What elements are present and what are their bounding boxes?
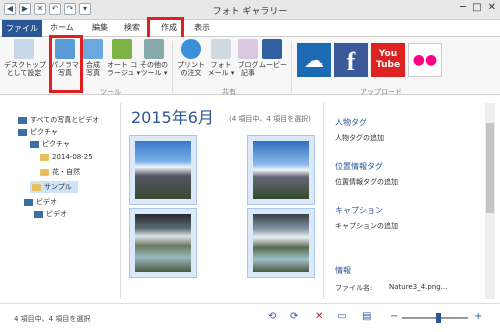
photo-thumbnail[interactable]: [247, 135, 315, 205]
photo-image: [135, 141, 191, 199]
add-people-tag-link[interactable]: 人物タグの追加: [335, 133, 384, 143]
rotate-right-icon[interactable]: ⟳: [290, 311, 298, 322]
facebook-icon[interactable]: f: [334, 43, 368, 77]
zoom-slider-thumb[interactable]: [435, 313, 441, 323]
tree-item-sample[interactable]: サンプル: [30, 181, 78, 193]
movie-button[interactable]: ムービー: [259, 39, 287, 69]
tree-item-pictures[interactable]: ピクチャ: [30, 139, 70, 149]
actual-size-icon[interactable]: ▤: [362, 311, 371, 322]
details-scrollbar[interactable]: [485, 103, 495, 299]
tab-file[interactable]: ファイル: [2, 20, 42, 37]
title-bar: ◀ ▶ ✕ ↶ ↷ ▾ フォト ギャラリー ─ □ ✕: [0, 0, 500, 20]
group-upload-label: アップロード: [360, 88, 402, 96]
geotag-heading: 位置情報タグ: [335, 162, 383, 171]
print-order-button[interactable]: プリント の注文: [176, 39, 206, 77]
info-heading: 情報: [335, 266, 351, 275]
zoom-in-icon[interactable]: +: [474, 311, 482, 322]
filename-label: ファイル名:: [335, 284, 373, 292]
filename-value: Nature3_4.png...: [389, 283, 448, 291]
photo-image: [135, 214, 191, 272]
tree-item-all-photos[interactable]: すべての写真とビデオ: [18, 115, 99, 125]
delete-icon[interactable]: ✕: [315, 311, 323, 322]
tab-view[interactable]: 表示: [194, 22, 210, 33]
print-icon: [181, 39, 201, 59]
photo-fuse-button[interactable]: 合成 写真: [83, 39, 103, 77]
selection-count: (4 項目中、4 項目を選択): [229, 115, 311, 123]
navigation-pane: すべての写真とビデオ ピクチャ ピクチャ 2014-08-25 花・自然 サンプ…: [0, 103, 120, 303]
caption-heading: キャプション: [335, 206, 383, 215]
tree-item-flowers[interactable]: 花・自然: [40, 167, 80, 177]
flickr-icon[interactable]: ●●: [408, 43, 442, 77]
add-caption-link[interactable]: キャプションの追加: [335, 221, 398, 231]
photo-mail-button[interactable]: フォト メール ▾: [207, 39, 235, 77]
mail-icon: [211, 39, 231, 59]
other-tools-button[interactable]: その他の ツール ▾: [139, 39, 169, 77]
rotate-left-icon[interactable]: ⟲: [268, 311, 276, 322]
photo-image: [253, 214, 309, 272]
photo-image: [253, 141, 309, 199]
photo-thumbnail[interactable]: [129, 135, 197, 205]
details-pane: 人物タグ 人物タグの追加 位置情報タグ 位置情報タグの追加 キャプション キャプ…: [325, 103, 473, 299]
tab-edit[interactable]: 編集: [92, 22, 108, 33]
slideshow-icon[interactable]: ▭: [337, 311, 346, 322]
movie-icon: [262, 39, 282, 59]
status-text: 4 項目中、4 項目を選択: [14, 315, 91, 323]
blog-post-button[interactable]: ブログ 記事: [236, 39, 260, 77]
tree-item-videos[interactable]: ビデオ: [34, 209, 67, 219]
group-share-label: 共有: [222, 88, 236, 96]
tools-icon: [144, 39, 164, 59]
add-geotag-link[interactable]: 位置情報タグの追加: [335, 177, 398, 187]
date-group-header[interactable]: 2015年6月: [131, 104, 214, 128]
group-tools-label: ツール: [100, 88, 121, 96]
minimize-button[interactable]: ─: [460, 2, 466, 13]
maximize-button[interactable]: □: [472, 2, 481, 13]
window-title: フォト ギャラリー: [212, 7, 288, 17]
desktop-icon: [14, 39, 34, 59]
zoom-slider[interactable]: [402, 313, 468, 323]
tab-home[interactable]: ホーム: [50, 22, 74, 33]
tree-item-2014-08-25[interactable]: 2014-08-25: [40, 153, 93, 161]
people-tag-heading: 人物タグ: [335, 118, 367, 127]
tree-item-videos-library[interactable]: ビデオ: [24, 197, 57, 207]
youtube-icon[interactable]: You Tube: [371, 43, 405, 77]
photo-thumbnail[interactable]: [247, 208, 315, 278]
date-title: 2015年6月: [131, 108, 214, 127]
set-desktop-button[interactable]: デスクトップ として設定: [4, 39, 46, 77]
photo-fuse-icon: [83, 39, 103, 59]
blog-icon: [238, 39, 258, 59]
tab-search[interactable]: 検索: [124, 22, 140, 33]
collage-icon: [112, 39, 132, 59]
zoom-out-icon[interactable]: −: [390, 311, 398, 322]
onedrive-icon[interactable]: ☁: [297, 43, 331, 77]
status-bar: 4 項目中、4 項目を選択 ⟲ ⟳ ✕ ▭ ▤ − +: [0, 303, 500, 332]
auto-collage-button[interactable]: オート コ ラージュ ▾: [107, 39, 140, 77]
photo-thumbnail[interactable]: [129, 208, 197, 278]
tree-item-pictures-library[interactable]: ピクチャ: [18, 127, 58, 137]
close-button[interactable]: ✕: [488, 2, 496, 13]
highlight-panorama-button: [49, 35, 83, 93]
